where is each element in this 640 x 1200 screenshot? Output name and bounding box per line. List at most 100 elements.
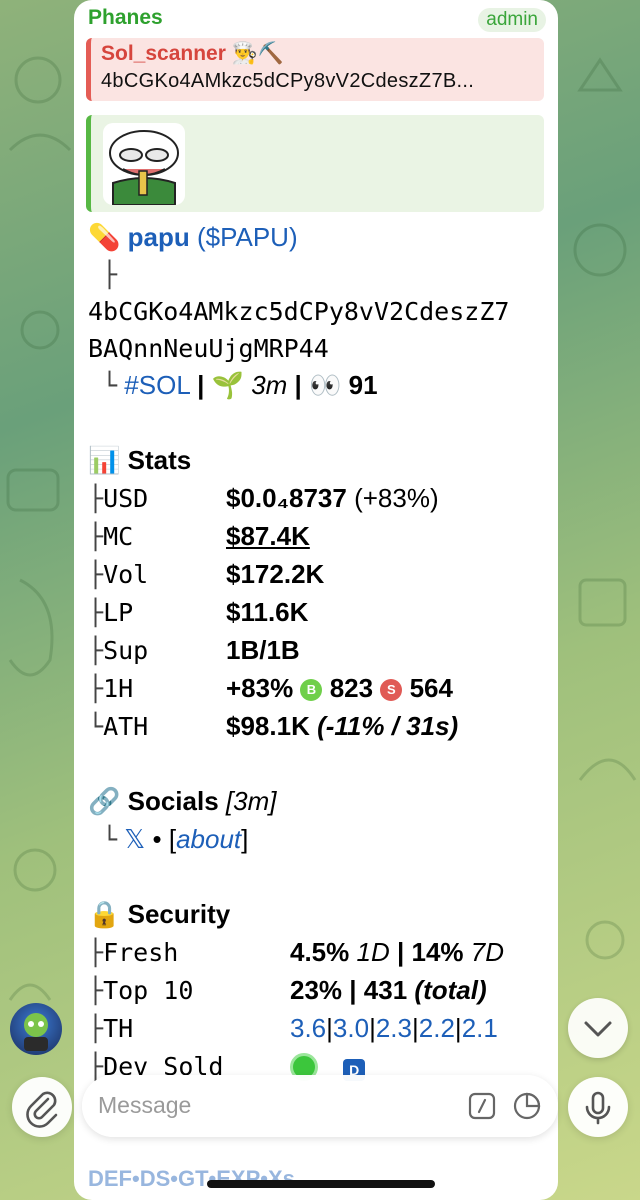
socials-title: Socials [127,786,219,816]
tree-branch: ├ [102,260,118,289]
tree-branch: ├ [88,560,104,589]
scroll-down-button[interactable] [568,998,628,1058]
fresh-7d-value: 14% [411,937,464,967]
top-holder-link[interactable]: 3.6 [290,1013,326,1043]
holder-note: (total) [414,975,487,1005]
attach-button[interactable] [12,1077,72,1137]
separator: | [326,1013,333,1043]
tree-branch: ├ [88,598,104,627]
sender-name[interactable]: Phanes [88,6,163,29]
sticker-icon[interactable] [512,1091,542,1121]
supply-value: 1B/1B [226,635,300,665]
reply-text: 4bCGKo4AMkzc5dCPy8vV2CdeszZ7B... [101,70,475,92]
stat-row-mc: ├MC $87.4K [88,519,310,554]
message-bubble: Phanes admin Sol_scanner 👨‍🍳⛏️ 4bCGKo4AM… [74,0,558,1200]
voice-message-button[interactable] [568,1077,628,1137]
tree-branch: ├ [88,1014,104,1043]
ath-change: (-11% / 31s) [317,711,459,741]
security-row-fresh: ├Fresh 4.5% 1D | 14% 7D [88,935,504,970]
about-link[interactable]: about [176,824,241,854]
tree-branch: ├ [88,938,104,967]
security-label: Top 10 [103,976,194,1005]
stat-label: MC [103,522,134,551]
liquidity-value: $11.6K [226,597,309,627]
sell-badge-icon: S [380,679,403,701]
socials-heading: 🔗 Socials [3m] [88,784,276,818]
security-label: TH [103,1014,134,1043]
reply-author: Sol_scanner 👨‍🍳⛏️ [101,42,285,65]
separator: | [412,1013,419,1043]
sender-avatar[interactable] [10,1003,62,1055]
stat-row-ath: └ATH $98.1K (-11% / 31s) [88,709,458,744]
bullet: • [152,824,162,854]
token-age: 3m [251,370,288,400]
top-holder-link[interactable]: 3.0 [333,1013,369,1043]
security-label: Fresh [103,938,179,967]
chevron-down-icon [584,1021,612,1037]
separator: | [349,975,357,1005]
price-change: (+83%) [354,483,439,513]
separator: | [294,370,302,400]
sticker-preview[interactable] [86,115,544,212]
period-label: 1D [356,937,390,967]
bracket: [ [168,824,177,854]
quick-links[interactable]: DEF•DS•GT•EXP•Xs [88,1166,295,1192]
separator: | [396,937,405,967]
chain-hashtag[interactable]: #SOL [124,370,190,400]
token-address-line-2[interactable]: BAQnnNeuUjgMRP44 [88,332,329,366]
volume-value: $172.2K [226,559,325,589]
token-ticker: ($PAPU) [196,222,298,252]
market-cap-link[interactable]: $87.4K [226,519,310,553]
lock-icon: 🔒 [88,899,121,929]
holder-count: 431 [363,975,408,1005]
buy-badge-icon: B [300,679,323,701]
separator: | [454,1013,462,1043]
sell-count: 564 [409,673,453,703]
tree-end: └ [102,825,118,854]
bracket: ] [241,824,249,854]
top-holder-link[interactable]: 2.1 [462,1013,498,1043]
stat-row-vol: ├Vol $172.2K [88,557,324,592]
chart-icon: 📊 [88,445,121,475]
x-twitter-icon[interactable]: 𝕏 [124,824,145,854]
security-heading: 🔒 Security [88,897,230,931]
tree-branch: ├ [88,674,104,703]
tree-branch: ├ [88,636,104,665]
stat-label: LP [103,598,134,627]
message-input[interactable]: Message [98,1092,191,1119]
stat-label: 1H [103,674,134,703]
ath-value: $98.1K [226,711,310,741]
security-row-top10: ├Top 10 23% | 431 (total) [88,973,487,1008]
buy-count: 823 [329,673,374,703]
stat-label: Sup [103,636,149,665]
pill-icon: 💊 [88,222,121,252]
admin-badge: admin [478,8,546,32]
top-holder-link[interactable]: 2.2 [419,1013,455,1043]
stat-label: ATH [103,712,149,741]
top-holder-link[interactable]: 2.3 [376,1013,412,1043]
link-icon: 🔗 [88,786,121,816]
fresh-1d-value: 4.5% [290,937,350,967]
stat-label: USD [103,484,149,513]
stat-row-supply: ├Sup 1B/1B [88,633,300,668]
stat-label: Vol [103,560,149,589]
reply-preview[interactable]: Sol_scanner 👨‍🍳⛏️ 4bCGKo4AMkzc5dCPy8vV2C… [86,38,544,101]
eyes-icon: 👀 [309,370,342,400]
tree-branch: ├ [88,522,104,551]
tree-end: └ [102,371,118,400]
message-header: Phanes admin [88,6,546,34]
view-count: 91 [348,370,378,400]
stats-title: Stats [127,445,192,475]
stats-heading: 📊 Stats [88,443,191,477]
tree-branch: ├ [88,976,104,1005]
token-address-line-1[interactable]: 4bCGKo4AMkzc5dCPy8vV2CdeszZ7 [88,295,509,329]
pepe-sticker-image [103,123,185,205]
stat-row-1h: ├1H +83% B 823 S 564 [88,671,453,706]
security-row-th: ├TH 3.6|3.0|2.3|2.2|2.1 [88,1011,498,1046]
token-title: 💊 papu ($PAPU) [88,220,298,254]
message-composer[interactable]: Message [82,1075,558,1137]
token-name-link[interactable]: papu [128,222,190,252]
token-meta: └ #SOL | 🌱 3m | 👀 91 [102,368,378,403]
slash-command-icon[interactable] [468,1092,496,1120]
socials-links: └ 𝕏 • [about] [102,822,248,857]
